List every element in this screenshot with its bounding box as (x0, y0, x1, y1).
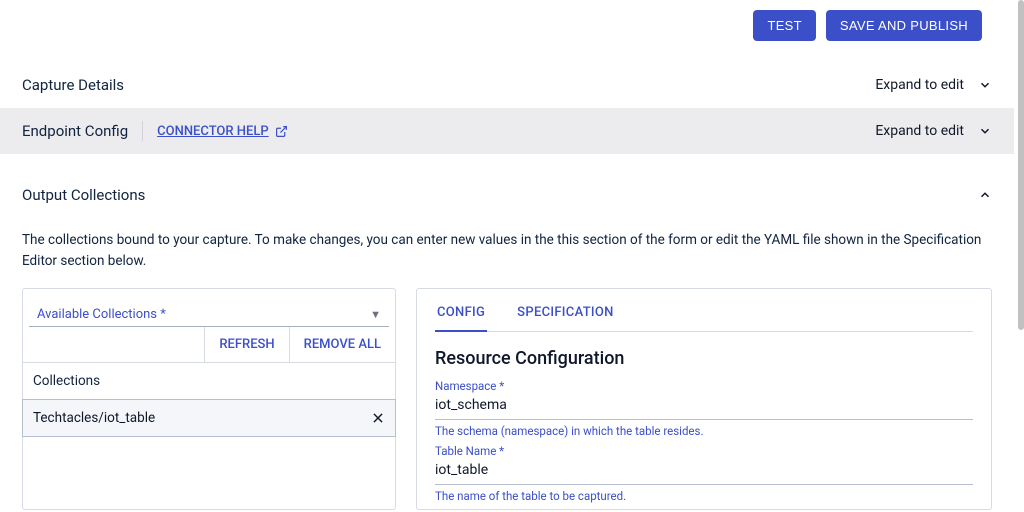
config-panel: CONFIG SPECIFICATION Resource Configurat… (416, 288, 992, 510)
namespace-field: Namespace * iot_schema The schema (names… (435, 379, 973, 438)
collections-panel: Available Collections * ▼ REFRESH REMOVE… (22, 288, 396, 510)
capture-details-title: Capture Details (22, 76, 124, 94)
output-collections-row: Output Collections (0, 172, 1014, 218)
namespace-input[interactable]: iot_schema (435, 393, 973, 420)
chevron-down-icon (978, 124, 992, 138)
table-name-label: Table Name * (435, 444, 973, 458)
namespace-label: Namespace * (435, 379, 973, 393)
connector-help-link[interactable]: CONNECTOR HELP (157, 124, 288, 139)
close-icon[interactable] (371, 411, 385, 425)
header-buttons: TEST SAVE AND PUBLISH (753, 10, 982, 41)
namespace-help: The schema (namespace) in which the tabl… (435, 424, 973, 438)
tab-config[interactable]: CONFIG (435, 295, 487, 332)
divider (142, 121, 143, 141)
table-name-field: Table Name * iot_table The name of the t… (435, 444, 973, 503)
output-collections-collapse[interactable] (978, 188, 992, 202)
save-and-publish-button[interactable]: SAVE AND PUBLISH (826, 10, 982, 41)
chevron-up-icon (978, 188, 992, 202)
collections-actions: REFRESH REMOVE ALL (23, 327, 395, 363)
tab-specification[interactable]: SPECIFICATION (515, 295, 616, 331)
test-button[interactable]: TEST (753, 10, 815, 41)
endpoint-config-expand[interactable]: Expand to edit (875, 123, 992, 139)
scrollbar[interactable] (1018, 0, 1024, 330)
output-collections-desc: The collections bound to your capture. T… (0, 218, 1014, 288)
connector-help-label: CONNECTOR HELP (157, 124, 269, 139)
table-name-help: The name of the table to be captured. (435, 489, 973, 503)
endpoint-config-title: Endpoint Config (22, 122, 128, 140)
chevron-down-icon (978, 78, 992, 92)
collection-item[interactable]: Techtacles/iot_table (22, 399, 396, 437)
available-collections-select[interactable]: Available Collections * ▼ (29, 297, 389, 327)
capture-details-expand[interactable]: Expand to edit (875, 77, 992, 93)
caret-down-icon: ▼ (370, 308, 381, 321)
table-name-input[interactable]: iot_table (435, 458, 973, 485)
config-tabs: CONFIG SPECIFICATION (435, 295, 973, 332)
external-link-icon (275, 125, 288, 138)
endpoint-config-row: Endpoint Config CONNECTOR HELP Expand to… (0, 108, 1014, 154)
collections-header: Collections (23, 363, 395, 400)
capture-details-row: Capture Details Expand to edit (0, 62, 1014, 108)
refresh-button[interactable]: REFRESH (204, 327, 288, 362)
expand-text: Expand to edit (875, 123, 964, 139)
available-collections-label: Available Collections * (37, 307, 166, 322)
resource-config-heading: Resource Configuration (435, 348, 973, 369)
expand-text: Expand to edit (875, 77, 964, 93)
output-collections-title: Output Collections (22, 186, 145, 204)
remove-all-button[interactable]: REMOVE ALL (289, 327, 395, 362)
collection-item-name: Techtacles/iot_table (33, 410, 155, 426)
